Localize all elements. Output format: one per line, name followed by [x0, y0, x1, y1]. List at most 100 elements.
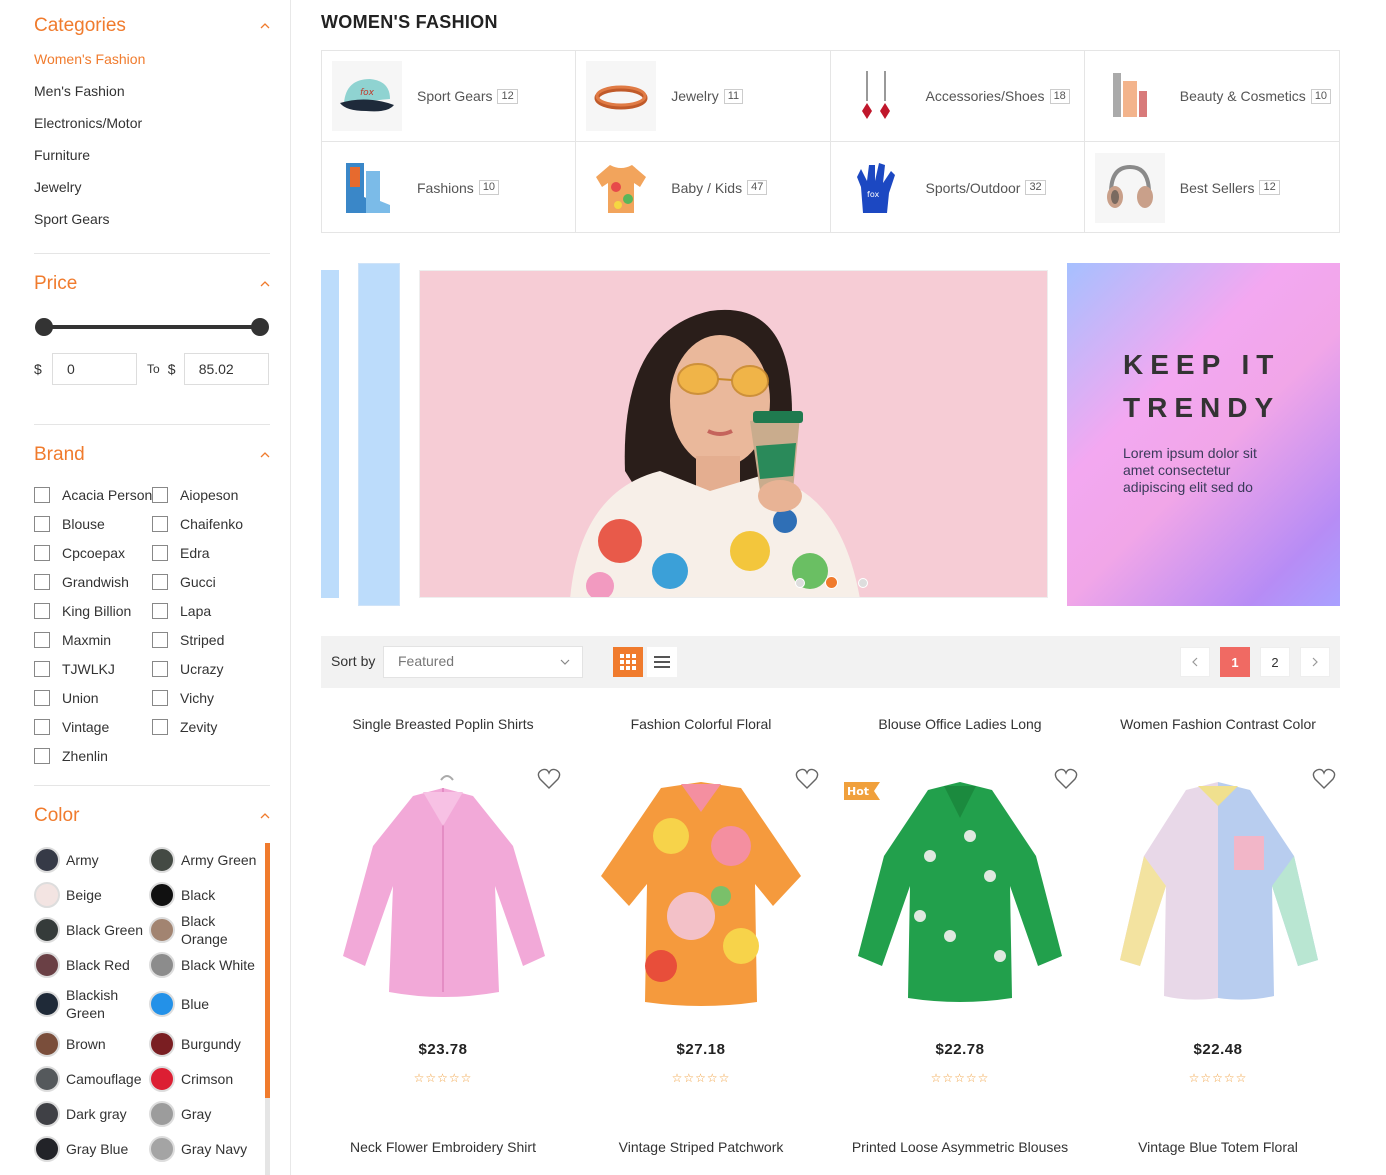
- wishlist-heart-icon[interactable]: [1312, 768, 1336, 790]
- carousel-dot[interactable]: [858, 577, 868, 588]
- color-option[interactable]: Gray: [149, 1096, 264, 1131]
- product-image[interactable]: [581, 766, 821, 1011]
- brand-option[interactable]: Union: [34, 683, 152, 712]
- checkbox[interactable]: [152, 573, 168, 590]
- color-swatch[interactable]: [149, 1030, 175, 1057]
- checkbox[interactable]: [152, 602, 168, 619]
- color-scrollbar[interactable]: [265, 843, 270, 1175]
- color-swatch[interactable]: [34, 991, 60, 1017]
- checkbox[interactable]: [152, 631, 168, 648]
- promo-banner[interactable]: KEEP IT TRENDY Lorem ipsum dolor sit ame…: [1067, 263, 1340, 606]
- category-tile-beauty-cosmetics[interactable]: Beauty & Cosmetics 10: [1084, 51, 1339, 142]
- color-option[interactable]: Burgundy: [149, 1026, 264, 1061]
- category-sport-gears[interactable]: Sport Gears: [34, 203, 270, 235]
- product-image[interactable]: [323, 766, 563, 1011]
- color-option[interactable]: Black: [149, 877, 264, 912]
- carousel-dot[interactable]: [795, 577, 805, 588]
- color-option[interactable]: Camouflage: [34, 1061, 149, 1096]
- price-min-input[interactable]: [52, 353, 137, 385]
- color-option[interactable]: Beige: [34, 877, 149, 912]
- color-swatch[interactable]: [34, 881, 60, 908]
- color-option[interactable]: Crimson: [149, 1061, 264, 1096]
- checkbox[interactable]: [34, 573, 50, 590]
- product-name[interactable]: Single Breasted Poplin Shirts: [321, 716, 565, 732]
- product-name[interactable]: Vintage Blue Totem Floral: [1096, 1139, 1340, 1155]
- color-swatch[interactable]: [149, 1100, 175, 1127]
- color-swatch[interactable]: [34, 916, 60, 943]
- color-swatch[interactable]: [149, 846, 175, 873]
- color-option[interactable]: Army Green: [149, 842, 264, 877]
- next-page-button[interactable]: [1300, 647, 1330, 677]
- checkbox[interactable]: [34, 747, 50, 764]
- checkbox[interactable]: [34, 689, 50, 706]
- color-option[interactable]: Dark gray: [34, 1096, 149, 1131]
- category-electronics-motor[interactable]: Electronics/Motor: [34, 107, 270, 139]
- wishlist-heart-icon[interactable]: [1054, 768, 1078, 790]
- banner-slide-edge[interactable]: [321, 270, 339, 598]
- product-name[interactable]: Women Fashion Contrast Color: [1096, 716, 1340, 732]
- checkbox[interactable]: [34, 544, 50, 561]
- brand-option[interactable]: Gucci: [152, 567, 270, 596]
- wishlist-heart-icon[interactable]: [537, 768, 561, 790]
- brand-option[interactable]: Zevity: [152, 712, 270, 741]
- brand-option[interactable]: Acacia Person: [34, 480, 152, 509]
- color-swatch[interactable]: [34, 1100, 60, 1127]
- categories-header[interactable]: Categories: [34, 11, 270, 41]
- category-jewelry[interactable]: Jewelry: [34, 171, 270, 203]
- color-option[interactable]: Brown: [34, 1026, 149, 1061]
- checkbox[interactable]: [34, 718, 50, 735]
- brand-option[interactable]: Edra: [152, 538, 270, 567]
- checkbox[interactable]: [34, 515, 50, 532]
- checkbox[interactable]: [152, 718, 168, 735]
- checkbox[interactable]: [34, 631, 50, 648]
- page-2-button[interactable]: 2: [1260, 647, 1290, 677]
- brand-option[interactable]: TJWLKJ: [34, 654, 152, 683]
- color-header[interactable]: Color: [34, 801, 270, 831]
- checkbox[interactable]: [152, 544, 168, 561]
- chevron-up-icon[interactable]: [260, 21, 270, 31]
- color-option[interactable]: Black Red: [34, 947, 149, 982]
- banner-slide-prev[interactable]: [358, 263, 400, 606]
- category-tile-sport-gears[interactable]: fox Sport Gears 12: [322, 51, 577, 142]
- list-view-button[interactable]: [647, 647, 677, 677]
- color-swatch[interactable]: [149, 1065, 175, 1092]
- color-swatch[interactable]: [149, 991, 175, 1017]
- category-tile-sports-outdoor[interactable]: fox Sports/Outdoor 32: [831, 142, 1085, 233]
- product-image[interactable]: [840, 766, 1080, 1011]
- category-mens-fashion[interactable]: Men's Fashion: [34, 75, 270, 107]
- category-tile-jewelry[interactable]: Jewelry 11: [576, 51, 831, 142]
- category-furniture[interactable]: Furniture: [34, 139, 270, 171]
- color-option[interactable]: Black White: [149, 947, 264, 982]
- product-name[interactable]: Fashion Colorful Floral: [579, 716, 823, 732]
- color-swatch[interactable]: [34, 1065, 60, 1092]
- color-option[interactable]: Blackish Green: [34, 982, 149, 1026]
- brand-header[interactable]: Brand: [34, 440, 270, 470]
- color-option[interactable]: Gray Blue: [34, 1131, 149, 1166]
- color-option[interactable]: Black Green: [34, 912, 149, 947]
- hero-banner[interactable]: [419, 270, 1048, 598]
- brand-option[interactable]: Maxmin: [34, 625, 152, 654]
- wishlist-heart-icon[interactable]: [795, 768, 819, 790]
- price-min-handle[interactable]: [35, 318, 53, 336]
- color-swatch[interactable]: [149, 881, 175, 908]
- product-name[interactable]: Printed Loose Asymmetric Blouses: [838, 1139, 1082, 1155]
- category-tile-accessories-shoes[interactable]: Accessories/Shoes 18: [830, 51, 1085, 142]
- category-tile-baby-kids[interactable]: Baby / Kids 47: [576, 142, 831, 233]
- color-option[interactable]: Army: [34, 842, 149, 877]
- checkbox[interactable]: [152, 486, 168, 503]
- price-max-handle[interactable]: [251, 318, 269, 336]
- grid-view-button[interactable]: [613, 647, 643, 677]
- brand-option[interactable]: Vichy: [152, 683, 270, 712]
- chevron-up-icon[interactable]: [260, 279, 270, 289]
- brand-option[interactable]: Aiopeson: [152, 480, 270, 509]
- product-image[interactable]: [1098, 766, 1338, 1011]
- color-option[interactable]: Gray Navy: [149, 1131, 264, 1166]
- chevron-up-icon[interactable]: [260, 450, 270, 460]
- prev-page-button[interactable]: [1180, 647, 1210, 677]
- color-swatch[interactable]: [34, 1030, 60, 1057]
- page-1-button[interactable]: 1: [1220, 647, 1250, 677]
- brand-option[interactable]: Zhenlin: [34, 741, 152, 770]
- price-range-slider[interactable]: [35, 318, 269, 336]
- sort-select[interactable]: Featured: [383, 646, 583, 678]
- color-option[interactable]: Blue: [149, 982, 264, 1026]
